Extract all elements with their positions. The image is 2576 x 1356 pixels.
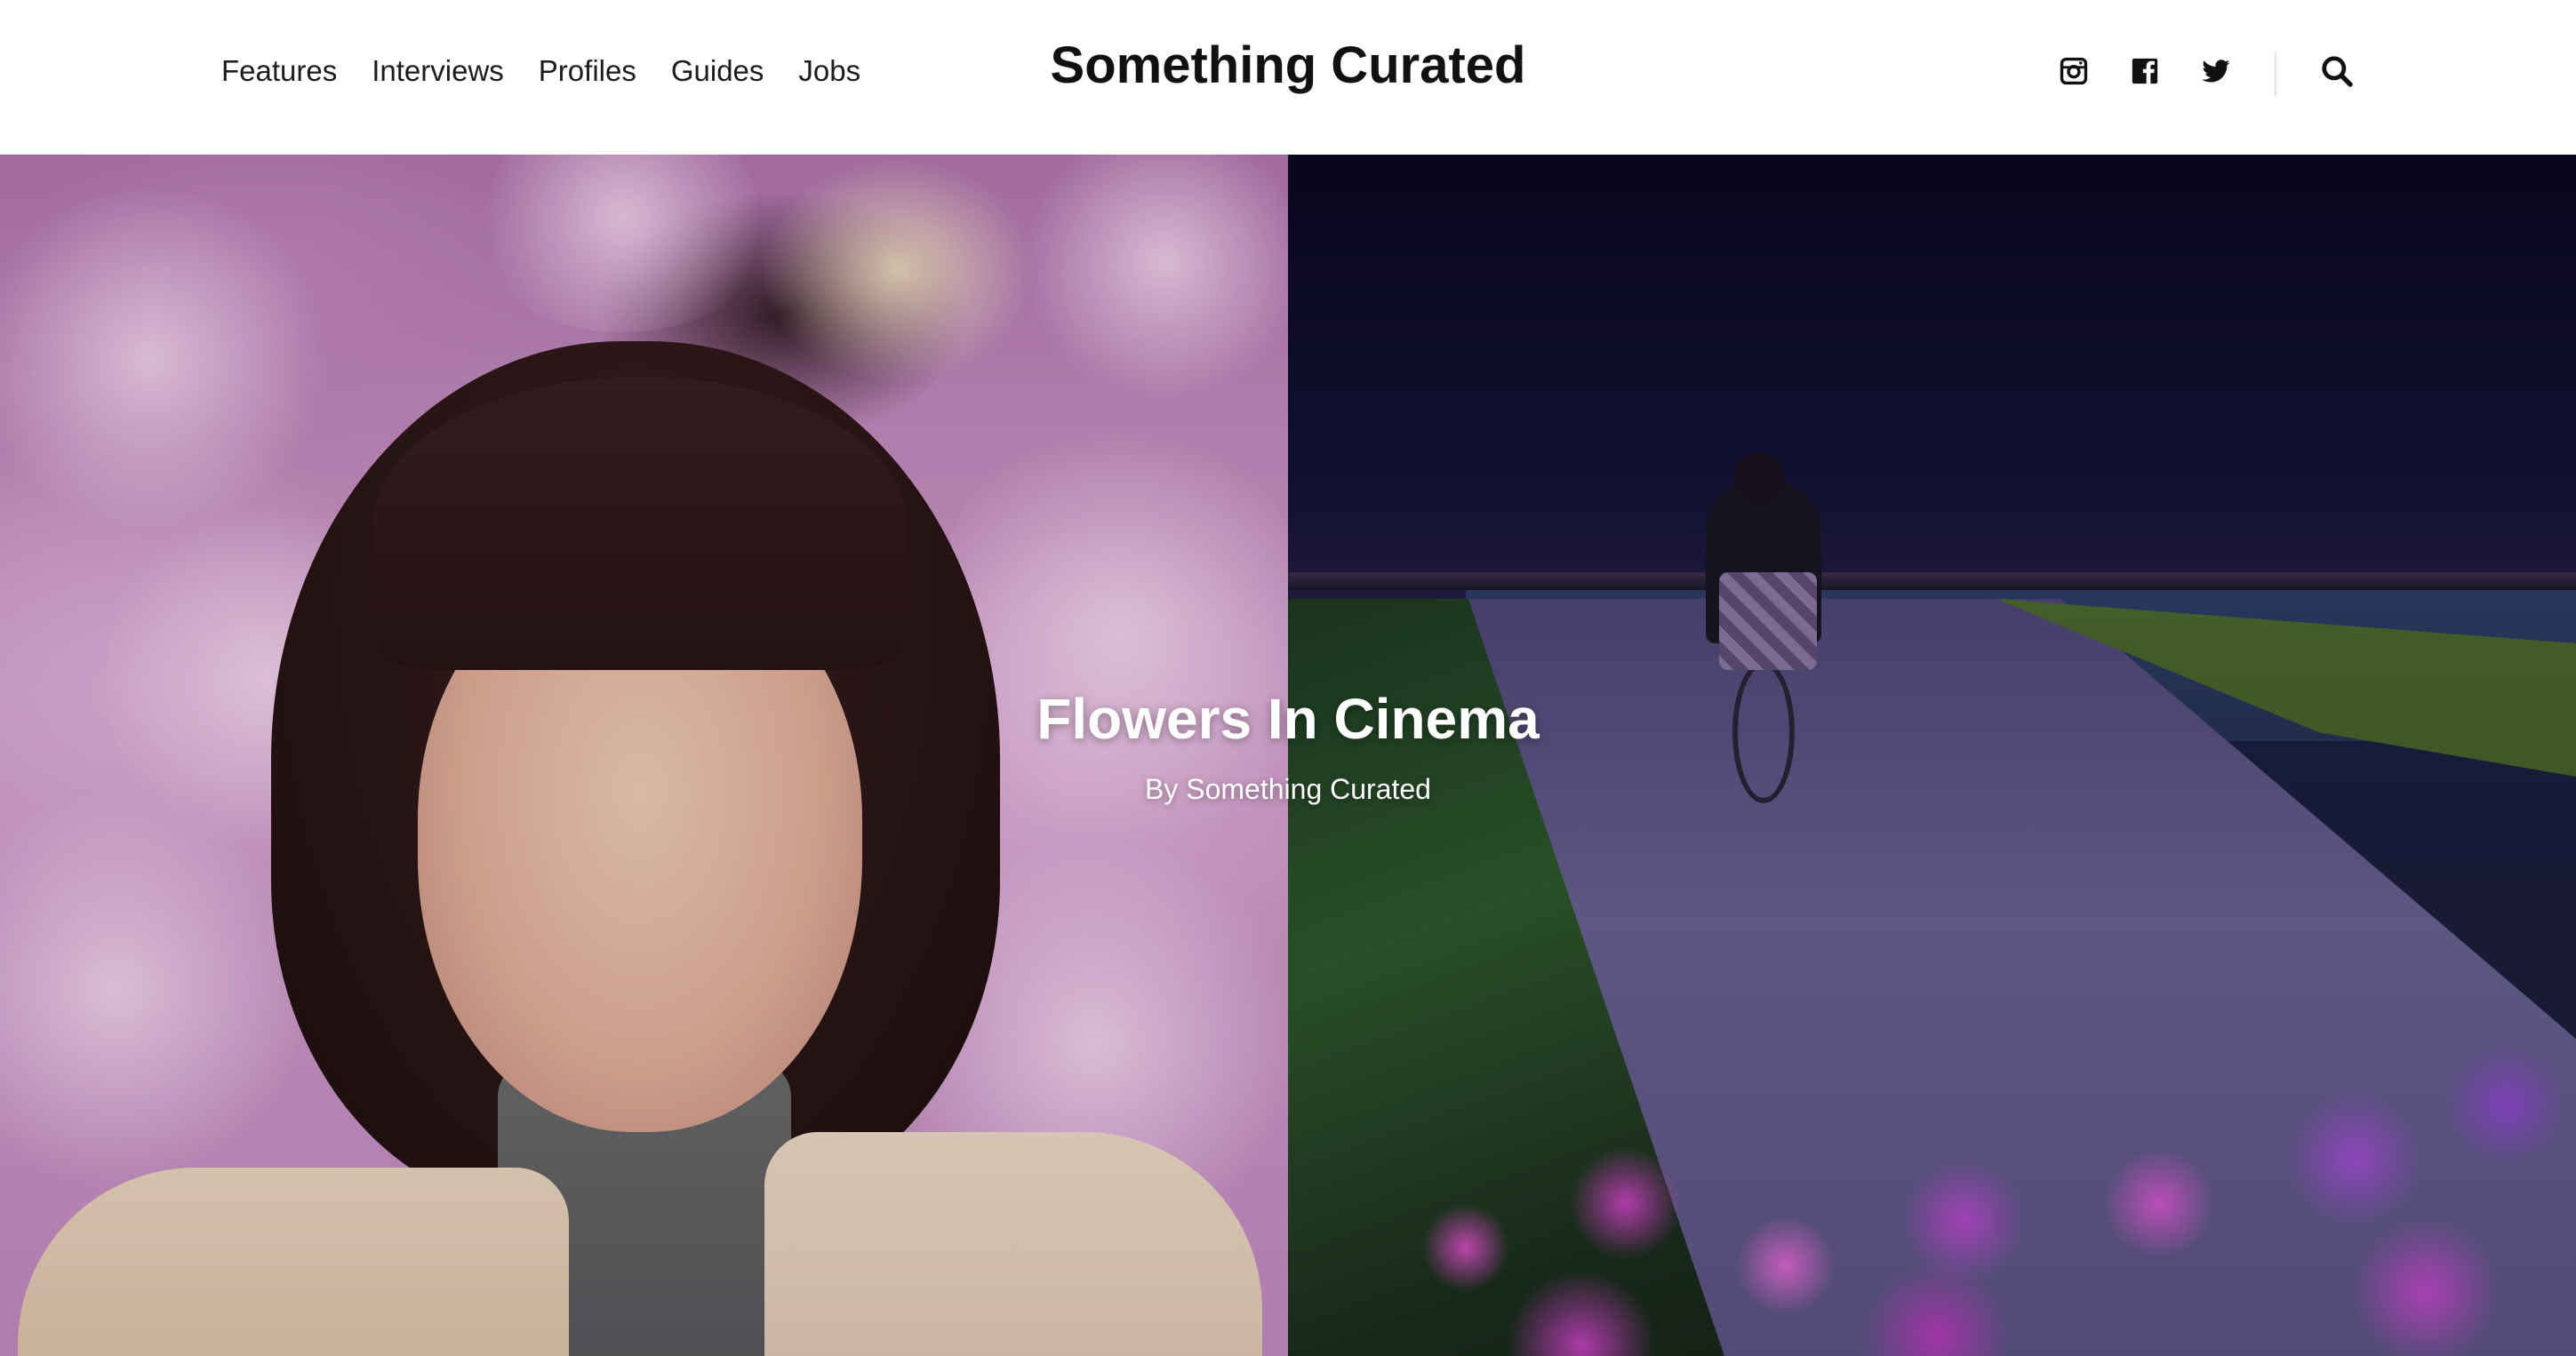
- facebook-button[interactable]: [2125, 52, 2164, 91]
- nav-link-profiles[interactable]: Profiles: [539, 54, 636, 88]
- facebook-icon: [2132, 58, 2158, 84]
- site-header: Features Interviews Profiles Guides Jobs…: [0, 0, 2576, 155]
- site-logo[interactable]: Something Curated: [1051, 36, 1526, 94]
- nav-link-interviews[interactable]: Interviews: [372, 54, 504, 88]
- instagram-icon: [2060, 57, 2088, 85]
- hero-title[interactable]: Flowers In Cinema: [1036, 687, 1539, 751]
- nav-link-features[interactable]: Features: [221, 54, 337, 88]
- twitter-icon: [2202, 60, 2230, 83]
- instagram-button[interactable]: [2054, 52, 2093, 91]
- header-divider: [2275, 52, 2276, 96]
- search-button[interactable]: [2317, 52, 2356, 91]
- hero-overlay: [0, 155, 2576, 1356]
- twitter-button[interactable]: [2196, 52, 2236, 91]
- search-icon: [2322, 56, 2353, 87]
- nav-link-jobs[interactable]: Jobs: [798, 54, 860, 88]
- primary-nav: Features Interviews Profiles Guides Jobs: [221, 50, 895, 92]
- nav-link-guides[interactable]: Guides: [671, 54, 764, 88]
- hero-feature[interactable]: Flowers In Cinema By Something Curated: [0, 155, 2576, 1356]
